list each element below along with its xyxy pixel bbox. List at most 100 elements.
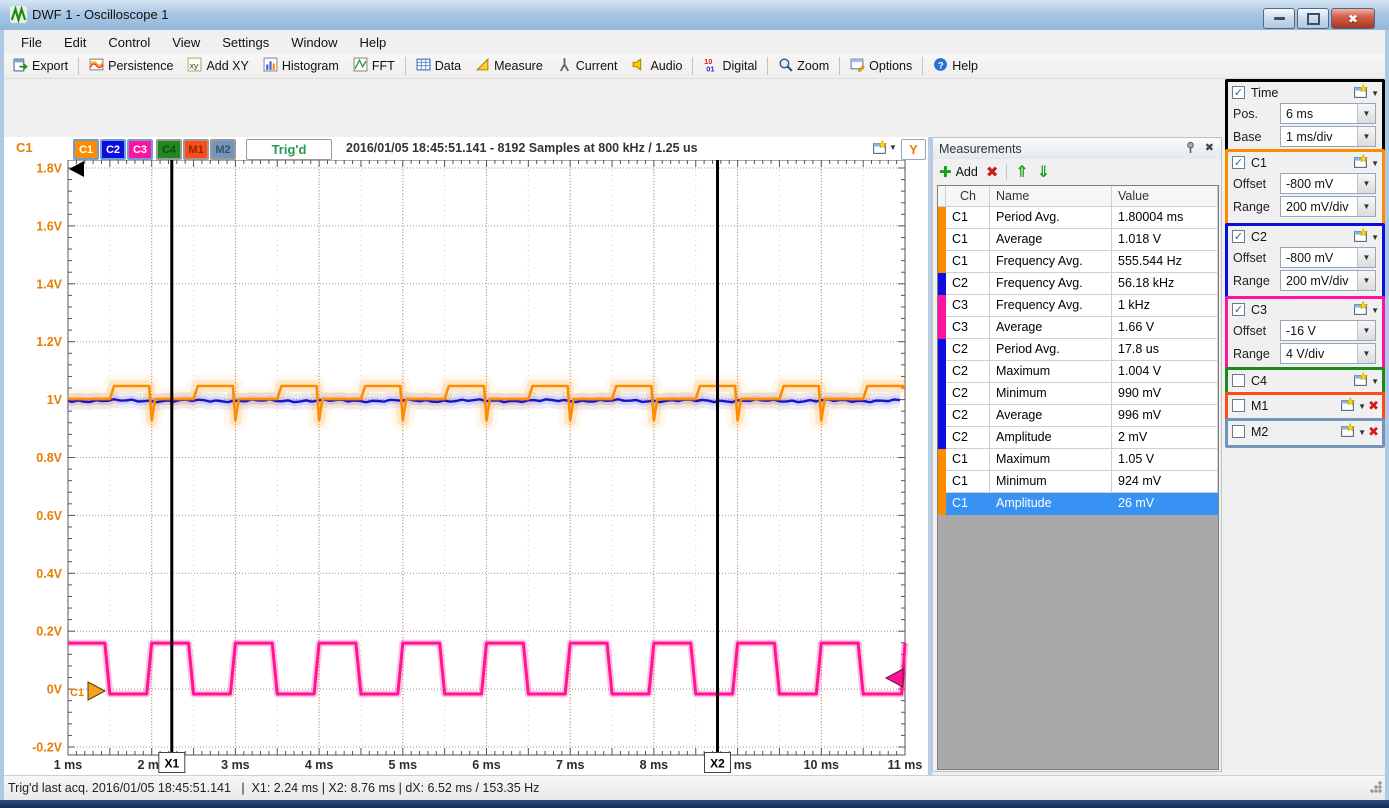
c2-range-combobox[interactable]: 200 mV/div▼	[1280, 270, 1376, 291]
measurement-row[interactable]: C1Minimum924 mV	[938, 471, 1218, 493]
toolbar-zoom-button[interactable]: Zoom	[771, 55, 836, 77]
field-value: 1 ms/div	[1286, 130, 1333, 144]
measurement-row[interactable]: C1Period Avg.1.80004 ms	[938, 207, 1218, 229]
remove-channel-icon[interactable]: ✖	[1368, 424, 1379, 440]
trigger-status-button[interactable]: Trig'd	[246, 139, 332, 160]
toolbar-current-button[interactable]: Current	[550, 55, 625, 77]
toolbar-add-xy-button[interactable]: xyAdd XY	[180, 55, 255, 77]
svg-text:0.8V: 0.8V	[36, 451, 62, 465]
delete-measurement-icon[interactable]: ✖	[986, 163, 999, 181]
channel-settings-icon[interactable]	[1353, 228, 1369, 246]
channel-label: C2	[1251, 230, 1267, 244]
toolbar-data-button[interactable]: Data	[409, 55, 468, 77]
measurements-title-bar: Measurements ✖	[933, 138, 1221, 159]
measurement-row[interactable]: C2Amplitude2 mV	[938, 427, 1218, 449]
channel-tab-c3[interactable]: C3	[127, 139, 153, 160]
minimize-button[interactable]	[1263, 8, 1295, 29]
acquisition-info: 2016/01/05 18:45:51.141 - 8192 Samples a…	[346, 141, 698, 155]
waveform-plot[interactable]: 1.8V1.6V1.4V1.2V1V0.8V0.6V0.4V0.2V0V-0.2…	[0, 160, 928, 775]
y-axis-button[interactable]: Y	[901, 139, 926, 160]
block-row: Range200 mV/div▼	[1228, 196, 1382, 219]
measurement-row[interactable]: C1Maximum1.05 V	[938, 449, 1218, 471]
move-down-icon[interactable]: ⇓	[1037, 162, 1050, 182]
toolbar-persistence-button[interactable]: Persistence	[82, 55, 180, 77]
block-header: C4▼	[1228, 370, 1382, 391]
channel-tab-c4[interactable]: C4	[156, 139, 182, 160]
menu-file[interactable]: File	[10, 32, 53, 53]
cell-ch: C2	[946, 427, 990, 449]
svg-text:xy: xy	[190, 60, 199, 70]
menu-control[interactable]: Control	[97, 32, 161, 53]
measurement-row[interactable]: C3Frequency Avg.1 kHz	[938, 295, 1218, 317]
persistence-icon	[89, 57, 104, 75]
block-row: Offset-16 V▼	[1228, 320, 1382, 343]
close-panel-icon[interactable]: ✖	[1205, 141, 1214, 154]
toolbar-digital-button[interactable]: 1001Digital	[696, 55, 764, 77]
svg-text:?: ?	[938, 60, 944, 71]
menu-edit[interactable]: Edit	[53, 32, 97, 53]
channel-settings-icon[interactable]	[1340, 397, 1356, 415]
measurement-row[interactable]: C3Average1.66 V	[938, 317, 1218, 339]
time-pos-combobox[interactable]: 6 ms▼	[1280, 103, 1376, 124]
channel-checkbox[interactable]: ✓	[1232, 156, 1245, 169]
restore-button[interactable]	[1297, 8, 1329, 29]
channel-checkbox[interactable]: ✓	[1232, 230, 1245, 243]
menu-help[interactable]: Help	[348, 32, 397, 53]
block-header: ✓C1▼	[1228, 152, 1382, 173]
channel-settings-icon[interactable]	[1340, 423, 1356, 441]
menu-settings[interactable]: Settings	[211, 32, 280, 53]
toolbar-measure-button[interactable]: Measure	[468, 55, 550, 77]
column-header-name[interactable]: Name	[990, 186, 1112, 207]
pin-icon[interactable]	[1184, 141, 1197, 157]
close-button[interactable]: ✖	[1331, 8, 1375, 29]
channel-tab-m2[interactable]: M2	[210, 139, 236, 160]
toolbar-histogram-button[interactable]: Histogram	[256, 55, 346, 77]
menu-view[interactable]: View	[161, 32, 211, 53]
add-measurement-button[interactable]: ✚ Add	[939, 163, 978, 181]
channel-settings-icon[interactable]	[1353, 372, 1369, 390]
c3-range-combobox[interactable]: 4 V/div▼	[1280, 343, 1376, 364]
channel-color-strip	[938, 493, 946, 515]
channel-label: C4	[1251, 374, 1267, 388]
channel-settings-icon[interactable]	[1353, 84, 1369, 102]
channel-tab-c2[interactable]: C2	[100, 139, 126, 160]
measurement-row[interactable]: C2Minimum990 mV	[938, 383, 1218, 405]
time-base-combobox[interactable]: 1 ms/div▼	[1280, 126, 1376, 147]
measurement-row[interactable]: C2Period Avg.17.8 us	[938, 339, 1218, 361]
channel-checkbox[interactable]	[1232, 425, 1245, 438]
channel-checkbox[interactable]	[1232, 399, 1245, 412]
chevron-down-icon: ▼	[1357, 271, 1375, 290]
channel-checkbox[interactable]: ✓	[1232, 86, 1245, 99]
measurement-row[interactable]: C2Average996 mV	[938, 405, 1218, 427]
toolbar-fft-button[interactable]: FFT	[346, 55, 402, 77]
chevron-down-icon: ▼	[1357, 104, 1375, 123]
channel-settings-icon[interactable]	[1353, 301, 1369, 319]
toolbar-export-button[interactable]: Export	[6, 55, 75, 77]
measurement-row[interactable]: C1Average1.018 V	[938, 229, 1218, 251]
channel-checkbox[interactable]	[1232, 374, 1245, 387]
c1-offset-combobox[interactable]: -800 mV▼	[1280, 173, 1376, 194]
measurement-row[interactable]: C1Amplitude26 mV	[938, 493, 1218, 515]
c3-offset-combobox[interactable]: -16 V▼	[1280, 320, 1376, 341]
toolbar-options-button[interactable]: Options	[843, 55, 919, 77]
menu-window[interactable]: Window	[280, 32, 348, 53]
channel-checkbox[interactable]: ✓	[1232, 303, 1245, 316]
plot-settings-icon[interactable]: ▼	[872, 140, 897, 155]
remove-channel-icon[interactable]: ✖	[1368, 398, 1379, 414]
column-header-value[interactable]: Value	[1112, 186, 1218, 207]
measurement-row[interactable]: C2Frequency Avg.56.18 kHz	[938, 273, 1218, 295]
chevron-down-icon: ▼	[1371, 159, 1379, 168]
channel-tab-c1[interactable]: C1	[73, 139, 99, 160]
resize-grip[interactable]	[1370, 781, 1382, 793]
channel-color-strip	[938, 207, 946, 229]
toolbar-audio-button[interactable]: Audio	[624, 55, 689, 77]
toolbar-help-button[interactable]: ?Help	[926, 55, 985, 77]
move-up-icon[interactable]: ⇑	[1015, 162, 1028, 182]
c1-range-combobox[interactable]: 200 mV/div▼	[1280, 196, 1376, 217]
channel-tab-m1[interactable]: M1	[183, 139, 209, 160]
c2-offset-combobox[interactable]: -800 mV▼	[1280, 247, 1376, 268]
measurement-row[interactable]: C1Frequency Avg.555.544 Hz	[938, 251, 1218, 273]
measurement-row[interactable]: C2Maximum1.004 V	[938, 361, 1218, 383]
channel-settings-icon[interactable]	[1353, 154, 1369, 172]
column-header-ch[interactable]: Ch	[946, 186, 990, 207]
